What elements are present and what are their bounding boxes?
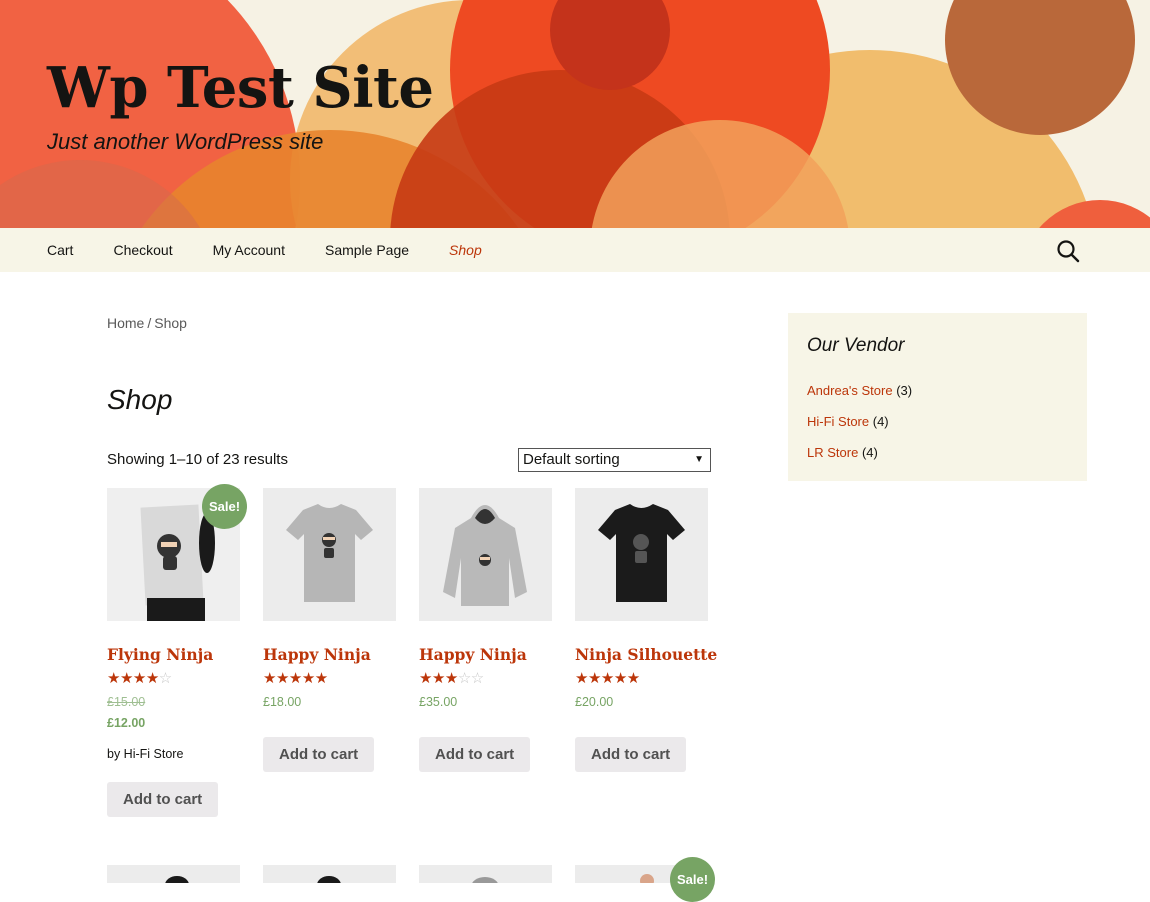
vendor-item: Hi-Fi Store (4) <box>807 406 912 437</box>
vendor-count: (3) <box>896 383 913 398</box>
black-tshirt-image <box>575 488 708 621</box>
breadcrumb-home[interactable]: Home <box>107 315 144 331</box>
star-filled-icon: ★★★★★ <box>575 670 640 687</box>
ordering-select[interactable]: Default sorting ▼ <box>518 448 711 472</box>
sale-badge: Sale! <box>670 857 715 902</box>
star-filled-icon: ★★★★ <box>107 670 159 687</box>
dropdown-arrow-icon: ▼ <box>694 454 704 465</box>
vendor-link-lr-store[interactable]: LR Store <box>807 445 858 460</box>
vendor-count: (4) <box>872 414 889 429</box>
product-image[interactable] <box>107 865 240 883</box>
nav-link-cart[interactable]: Cart <box>27 228 93 272</box>
vendor-widget: Our Vendor Andrea's Store (3) Hi-Fi Stor… <box>788 313 1087 481</box>
nav-item-checkout: Checkout <box>93 228 192 272</box>
hoodie-image <box>419 488 552 621</box>
vendor-item: Andrea's Store (3) <box>807 375 912 406</box>
vendor-item: LR Store (4) <box>807 437 912 468</box>
site-description: Just another WordPress site <box>47 129 324 154</box>
tshirt-image <box>263 488 396 621</box>
site-title[interactable]: Wp Test Site <box>47 52 434 124</box>
product-card: Happy Ninja ★★★☆☆ £35.00 Add to cart <box>419 488 552 778</box>
product-image-partial <box>317 876 341 883</box>
breadcrumb-separator: / <box>147 315 152 331</box>
star-rating: ★★★☆☆ <box>419 670 484 688</box>
product-name[interactable]: Happy Ninja <box>263 645 371 664</box>
nav-link-my-account[interactable]: My Account <box>193 228 305 272</box>
product-price: £20.00 <box>575 695 614 709</box>
sale-badge: Sale! <box>202 484 247 529</box>
vendor-count: (4) <box>861 445 878 460</box>
product-image[interactable] <box>263 488 396 621</box>
add-to-cart-button[interactable]: Add to cart <box>575 737 687 772</box>
page-title: Shop <box>107 384 173 415</box>
product-name[interactable]: Ninja Silhouette <box>575 645 717 664</box>
star-rating: ★★★★☆ <box>107 670 172 688</box>
vendor-link-hi-fi-store[interactable]: Hi-Fi Store <box>807 414 869 429</box>
product-price: £18.00 <box>263 695 302 709</box>
regular-price: £15.00 <box>107 695 146 709</box>
sale-price: £12.00 <box>107 716 146 730</box>
product-image[interactable] <box>419 488 552 621</box>
product-card: Ninja Silhouette ★★★★★ £20.00 Add to car… <box>575 488 717 778</box>
nav-item-my-account: My Account <box>193 228 305 272</box>
site-header: Wp Test Site Just another WordPress site <box>0 0 1150 228</box>
nav-link-sample-page[interactable]: Sample Page <box>305 228 429 272</box>
product-price: £35.00 <box>419 695 458 709</box>
product-name[interactable]: Happy Ninja <box>419 645 527 664</box>
breadcrumb: Home / Shop <box>107 315 187 331</box>
widget-title: Our Vendor <box>807 335 905 356</box>
star-filled-icon: ★★★★★ <box>263 670 328 687</box>
nav-item-sample-page: Sample Page <box>305 228 429 272</box>
product-image-partial <box>165 876 189 883</box>
product-image[interactable] <box>575 488 708 621</box>
add-to-cart-button[interactable]: Add to cart <box>107 782 219 817</box>
product-image-partial <box>472 877 498 883</box>
ordering-selected-value: Default sorting <box>523 451 620 468</box>
star-empty-icon: ☆ <box>158 670 172 687</box>
breadcrumb-current: Shop <box>154 315 187 331</box>
nav-menu: Cart Checkout My Account Sample Page Sho… <box>27 228 502 272</box>
product-vendor: by Hi-Fi Store <box>107 747 184 761</box>
nav-item-shop: Shop <box>429 228 502 272</box>
product-card: Happy Ninja ★★★★★ £18.00 Add to cart <box>263 488 396 778</box>
star-empty-icon: ☆☆ <box>457 670 484 687</box>
vendor-link-andreas-store[interactable]: Andrea's Store <box>807 383 893 398</box>
result-count: Showing 1–10 of 23 results <box>107 451 288 468</box>
product-name[interactable]: Flying Ninja <box>107 645 213 664</box>
add-to-cart-button[interactable]: Add to cart <box>419 737 531 772</box>
product-image[interactable] <box>419 865 552 883</box>
search-icon[interactable] <box>1056 239 1080 263</box>
star-filled-icon: ★★★ <box>419 670 458 687</box>
star-rating: ★★★★★ <box>575 670 640 688</box>
product-image[interactable] <box>263 865 396 883</box>
star-rating: ★★★★★ <box>263 670 328 688</box>
nav-link-shop[interactable]: Shop <box>429 228 502 272</box>
add-to-cart-button[interactable]: Add to cart <box>263 737 375 772</box>
nav-link-checkout[interactable]: Checkout <box>93 228 192 272</box>
vendor-list: Andrea's Store (3) Hi-Fi Store (4) LR St… <box>807 375 912 468</box>
nav-item-cart: Cart <box>27 228 93 272</box>
main-navigation: Cart Checkout My Account Sample Page Sho… <box>0 228 1150 272</box>
product-card: Sale! Flying Ninja ★★★★☆ £15.00 £12.00 b… <box>107 484 247 818</box>
